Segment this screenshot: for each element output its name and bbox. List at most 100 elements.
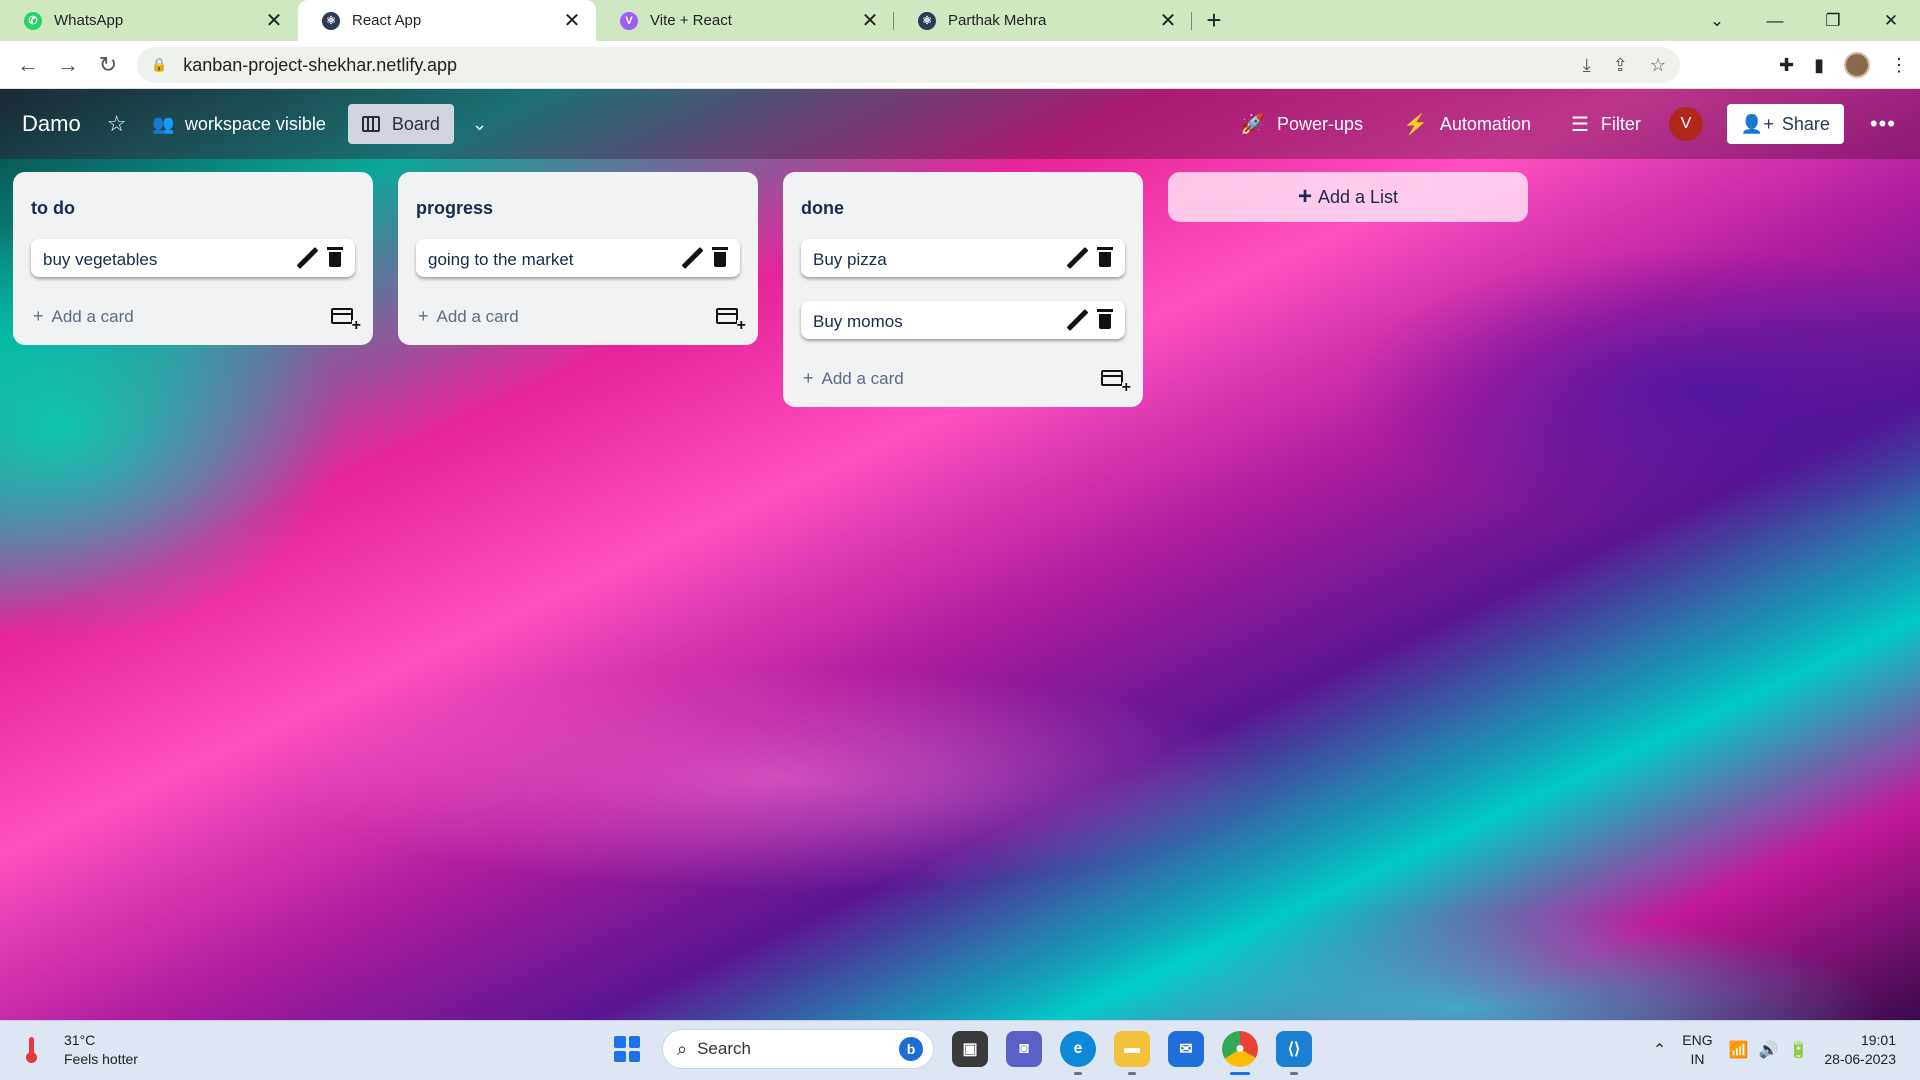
card-template-icon[interactable] xyxy=(1101,370,1131,394)
teams-chat-icon[interactable]: ◙ xyxy=(1006,1031,1042,1067)
edge-icon[interactable]: e xyxy=(1060,1031,1096,1075)
quick-settings[interactable]: 📶 🔊 🔋 xyxy=(1729,1040,1809,1060)
list-title[interactable]: to do xyxy=(31,172,355,239)
share-button[interactable]: 👤+ Share xyxy=(1726,104,1844,144)
list-progress: progress going to the market + Add a card xyxy=(398,172,758,345)
weather-widget[interactable]: 31°C Feels hotter xyxy=(24,1031,138,1069)
delete-icon[interactable] xyxy=(1097,309,1113,329)
react-icon: ⚛ xyxy=(322,11,340,30)
clock[interactable]: 19:01 28-06-2023 xyxy=(1824,1031,1896,1069)
close-icon[interactable]: ✕ xyxy=(860,8,880,33)
browser-actions: ✚ ▮ ⋮ xyxy=(1779,47,1908,83)
card[interactable]: going to the market xyxy=(416,239,740,277)
avatar[interactable]: V xyxy=(1668,107,1703,141)
rocket-icon: 🚀 xyxy=(1240,113,1265,136)
filter-label: Filter xyxy=(1600,113,1641,134)
time: 19:01 xyxy=(1860,1032,1896,1048)
delete-icon[interactable] xyxy=(712,247,728,267)
volume-icon: 🔊 xyxy=(1758,1042,1779,1059)
install-icon[interactable]: ⤓ xyxy=(1583,55,1591,76)
list-title[interactable]: done xyxy=(801,172,1125,239)
search-label: Search xyxy=(697,1039,751,1058)
tab-whatsapp[interactable]: ✆ WhatsApp ✕ xyxy=(0,0,298,41)
card-text: buy vegetables xyxy=(43,250,158,269)
workspace-visibility-button[interactable]: 👥 workspace visible xyxy=(152,114,325,135)
delete-icon[interactable] xyxy=(327,247,343,267)
system-tray: ⌃ ENG IN 📶 🔊 🔋 19:01 28-06-2023 xyxy=(1653,1031,1896,1069)
automation-label: Automation xyxy=(1439,113,1531,134)
chevron-down-icon[interactable]: ⌄ xyxy=(472,114,487,135)
card-text: Buy momos xyxy=(813,312,903,331)
forward-icon[interactable]: → xyxy=(48,45,88,85)
close-icon[interactable]: ✕ xyxy=(264,8,284,33)
chrome-icon[interactable]: ● xyxy=(1222,1031,1258,1075)
bing-icon[interactable]: b xyxy=(899,1037,923,1061)
star-icon[interactable]: ☆ xyxy=(107,111,127,137)
add-card-button[interactable]: + Add a card xyxy=(416,301,746,332)
profile-avatar[interactable] xyxy=(1844,52,1870,78)
window-controls: ⌄ — ❐ ✕ xyxy=(1688,0,1920,41)
tab-vite-react[interactable]: V Vite + React ✕ xyxy=(596,0,894,41)
card-text: Buy pizza xyxy=(813,250,887,269)
mail-icon[interactable]: ✉ xyxy=(1168,1031,1204,1067)
reload-icon[interactable]: ↻ xyxy=(88,45,128,85)
card-template-icon[interactable] xyxy=(331,308,361,332)
plus-icon: + xyxy=(418,305,429,326)
address-bar: ← → ↻ 🔒 kanban-project-shekhar.netlify.a… xyxy=(0,41,1920,89)
vscode-icon[interactable]: ⟨⟩ xyxy=(1276,1031,1312,1075)
more-options-icon[interactable]: ••• xyxy=(1870,111,1896,137)
card[interactable]: buy vegetables xyxy=(31,239,355,277)
browser-tab-bar: ✆ WhatsApp ✕ ⚛ React App ✕ V Vite + Reac… xyxy=(0,0,1920,41)
add-card-button[interactable]: + Add a card xyxy=(801,363,1131,394)
edit-icon[interactable] xyxy=(1065,309,1087,331)
close-icon[interactable]: ✕ xyxy=(1158,8,1178,33)
tab-react-app[interactable]: ⚛ React App ✕ xyxy=(298,0,596,41)
whatsapp-icon: ✆ xyxy=(24,11,42,30)
tab-search-icon[interactable]: ⌄ xyxy=(1688,0,1746,41)
close-icon[interactable]: ✕ xyxy=(562,8,582,33)
edit-icon[interactable] xyxy=(1065,247,1087,269)
board-title[interactable]: Damo xyxy=(22,111,81,137)
url-text: kanban-project-shekhar.netlify.app xyxy=(183,54,458,75)
card-template-icon[interactable] xyxy=(716,308,746,332)
board-view-button[interactable]: Board xyxy=(347,104,454,144)
lang-region: IN xyxy=(1690,1051,1705,1067)
bookmark-star-icon[interactable]: ☆ xyxy=(1650,55,1666,76)
language-indicator[interactable]: ENG IN xyxy=(1682,1031,1712,1069)
restore-icon[interactable]: ❐ xyxy=(1804,0,1862,41)
card-text: going to the market xyxy=(428,250,574,269)
list-done: done Buy pizza Buy momos + Add a card xyxy=(783,172,1143,407)
list-title[interactable]: progress xyxy=(416,172,740,239)
automation-button[interactable]: ⚡ Automation xyxy=(1403,112,1531,137)
close-window-icon[interactable]: ✕ xyxy=(1862,0,1920,41)
add-card-button[interactable]: + Add a card xyxy=(31,301,361,332)
back-icon[interactable]: ← xyxy=(8,45,48,85)
filter-button[interactable]: ☰ Filter xyxy=(1571,112,1641,137)
list-to-do: to do buy vegetables + Add a card xyxy=(13,172,373,345)
windows-start-icon[interactable] xyxy=(610,1032,644,1066)
task-view-icon[interactable]: ▣ xyxy=(952,1031,988,1067)
filter-icon: ☰ xyxy=(1570,113,1589,136)
lock-icon[interactable]: 🔒 xyxy=(151,57,167,73)
chevron-up-icon[interactable]: ⌃ xyxy=(1653,1040,1666,1060)
card[interactable]: Buy pizza xyxy=(801,239,1125,277)
edit-icon[interactable] xyxy=(295,247,317,269)
powerups-button[interactable]: 🚀 Power-ups xyxy=(1240,112,1363,137)
url-field[interactable]: 🔒 kanban-project-shekhar.netlify.app ⤓ ⇪… xyxy=(137,47,1680,83)
share-page-icon[interactable]: ⇪ xyxy=(1613,55,1628,76)
menu-dots-icon[interactable]: ⋮ xyxy=(1890,55,1908,76)
side-panel-icon[interactable]: ▮ xyxy=(1814,55,1824,76)
extensions-icon[interactable]: ✚ xyxy=(1779,55,1794,76)
add-card-label: Add a card xyxy=(436,306,519,326)
tab-parthak-mehra[interactable]: ⚛ Parthak Mehra ✕ xyxy=(894,0,1192,41)
tab-title: Vite + React xyxy=(650,12,732,29)
taskbar-search[interactable]: ⌕ Search b xyxy=(662,1029,934,1069)
new-tab-button[interactable]: + xyxy=(1192,0,1236,41)
card[interactable]: Buy momos xyxy=(801,301,1125,339)
tab-separator xyxy=(1191,12,1192,30)
edit-icon[interactable] xyxy=(680,247,702,269)
add-list-button[interactable]: + Add a List xyxy=(1168,172,1528,222)
delete-icon[interactable] xyxy=(1097,247,1113,267)
minimize-icon[interactable]: — xyxy=(1746,0,1804,41)
file-explorer-icon[interactable]: ▬ xyxy=(1114,1031,1150,1075)
